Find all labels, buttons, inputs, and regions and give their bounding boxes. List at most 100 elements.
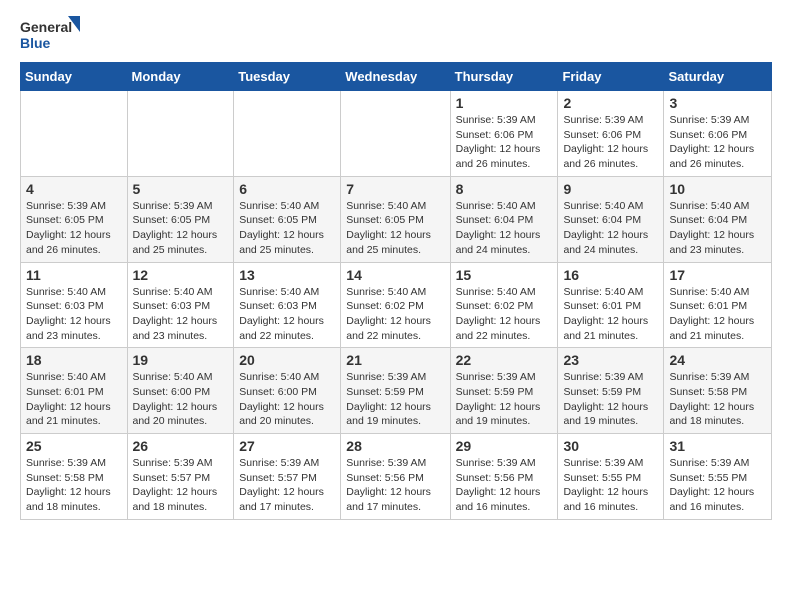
calendar-cell	[21, 91, 128, 177]
calendar-header-row: SundayMondayTuesdayWednesdayThursdayFrid…	[21, 63, 772, 91]
calendar-cell: 11 Sunrise: 5:40 AM Sunset: 6:03 PM Dayli…	[21, 262, 128, 348]
page-header: GeneralBlue	[20, 16, 772, 56]
calendar-cell: 28 Sunrise: 5:39 AM Sunset: 5:56 PM Dayli…	[341, 434, 450, 520]
calendar-cell: 23 Sunrise: 5:39 AM Sunset: 5:59 PM Dayli…	[558, 348, 664, 434]
calendar-cell: 29Sunrise: 5:39 AM Sunset: 5:56 PM Dayli…	[450, 434, 558, 520]
day-number: 7	[346, 181, 444, 197]
calendar-cell: 12 Sunrise: 5:40 AM Sunset: 6:03 PM Dayli…	[127, 262, 234, 348]
calendar-cell: 27 Sunrise: 5:39 AM Sunset: 5:57 PM Dayli…	[234, 434, 341, 520]
day-info: Sunrise: 5:40 AM Sunset: 6:04 PM Dayligh…	[563, 199, 658, 258]
day-info: Sunrise: 5:40 AM Sunset: 6:03 PM Dayligh…	[133, 285, 229, 344]
day-info: Sunrise: 5:39 AM Sunset: 5:57 PM Dayligh…	[133, 456, 229, 515]
day-number: 18	[26, 352, 122, 368]
calendar-cell: 24 Sunrise: 5:39 AM Sunset: 5:58 PM Dayli…	[664, 348, 772, 434]
day-number: 30	[563, 438, 658, 454]
day-info: Sunrise: 5:39 AM Sunset: 5:57 PM Dayligh…	[239, 456, 335, 515]
day-number: 23	[563, 352, 658, 368]
day-number: 27	[239, 438, 335, 454]
day-info: Sunrise: 5:40 AM Sunset: 6:02 PM Dayligh…	[346, 285, 444, 344]
day-info: Sunrise: 5:39 AM Sunset: 5:59 PM Dayligh…	[456, 370, 553, 429]
svg-text:General: General	[20, 19, 72, 35]
day-info: Sunrise: 5:39 AM Sunset: 5:59 PM Dayligh…	[346, 370, 444, 429]
calendar-cell: 17 Sunrise: 5:40 AM Sunset: 6:01 PM Dayli…	[664, 262, 772, 348]
day-info: Sunrise: 5:40 AM Sunset: 6:03 PM Dayligh…	[26, 285, 122, 344]
calendar-cell: 5Sunrise: 5:39 AM Sunset: 6:05 PM Daylig…	[127, 176, 234, 262]
calendar-col-header: Wednesday	[341, 63, 450, 91]
day-info: Sunrise: 5:40 AM Sunset: 6:05 PM Dayligh…	[239, 199, 335, 258]
day-number: 12	[133, 267, 229, 283]
day-number: 19	[133, 352, 229, 368]
calendar-col-header: Monday	[127, 63, 234, 91]
calendar-col-header: Saturday	[664, 63, 772, 91]
day-info: Sunrise: 5:39 AM Sunset: 6:06 PM Dayligh…	[456, 113, 553, 172]
day-info: Sunrise: 5:39 AM Sunset: 5:58 PM Dayligh…	[26, 456, 122, 515]
calendar-cell: 26 Sunrise: 5:39 AM Sunset: 5:57 PM Dayli…	[127, 434, 234, 520]
day-number: 16	[563, 267, 658, 283]
day-number: 21	[346, 352, 444, 368]
day-info: Sunrise: 5:40 AM Sunset: 6:01 PM Dayligh…	[563, 285, 658, 344]
day-number: 6	[239, 181, 335, 197]
day-info: Sunrise: 5:40 AM Sunset: 6:05 PM Dayligh…	[346, 199, 444, 258]
day-number: 17	[669, 267, 766, 283]
day-number: 24	[669, 352, 766, 368]
day-number: 9	[563, 181, 658, 197]
calendar-cell: 25 Sunrise: 5:39 AM Sunset: 5:58 PM Dayli…	[21, 434, 128, 520]
day-number: 29	[456, 438, 553, 454]
day-number: 1	[456, 95, 553, 111]
calendar-cell: 21 Sunrise: 5:39 AM Sunset: 5:59 PM Dayli…	[341, 348, 450, 434]
logo-icon: GeneralBlue	[20, 16, 80, 56]
day-info: Sunrise: 5:39 AM Sunset: 6:06 PM Dayligh…	[563, 113, 658, 172]
day-number: 25	[26, 438, 122, 454]
calendar-col-header: Sunday	[21, 63, 128, 91]
calendar-cell: 1 Sunrise: 5:39 AM Sunset: 6:06 PM Daylig…	[450, 91, 558, 177]
day-info: Sunrise: 5:39 AM Sunset: 5:56 PM Dayligh…	[346, 456, 444, 515]
calendar-cell: 22 Sunrise: 5:39 AM Sunset: 5:59 PM Dayli…	[450, 348, 558, 434]
day-number: 22	[456, 352, 553, 368]
day-info: Sunrise: 5:39 AM Sunset: 5:55 PM Dayligh…	[669, 456, 766, 515]
calendar-cell: 3Sunrise: 5:39 AM Sunset: 6:06 PM Daylig…	[664, 91, 772, 177]
logo: GeneralBlue	[20, 16, 80, 56]
day-info: Sunrise: 5:39 AM Sunset: 6:05 PM Dayligh…	[133, 199, 229, 258]
day-info: Sunrise: 5:39 AM Sunset: 5:55 PM Dayligh…	[563, 456, 658, 515]
calendar-cell: 7 Sunrise: 5:40 AM Sunset: 6:05 PM Daylig…	[341, 176, 450, 262]
calendar-week-row: 4Sunrise: 5:39 AM Sunset: 6:05 PM Daylig…	[21, 176, 772, 262]
calendar-cell: 19 Sunrise: 5:40 AM Sunset: 6:00 PM Dayli…	[127, 348, 234, 434]
calendar-cell: 10 Sunrise: 5:40 AM Sunset: 6:04 PM Dayli…	[664, 176, 772, 262]
calendar-week-row: 18 Sunrise: 5:40 AM Sunset: 6:01 PM Dayli…	[21, 348, 772, 434]
day-info: Sunrise: 5:39 AM Sunset: 5:59 PM Dayligh…	[563, 370, 658, 429]
calendar-col-header: Thursday	[450, 63, 558, 91]
day-number: 13	[239, 267, 335, 283]
day-number: 15	[456, 267, 553, 283]
calendar-cell: 20 Sunrise: 5:40 AM Sunset: 6:00 PM Dayli…	[234, 348, 341, 434]
day-number: 14	[346, 267, 444, 283]
day-number: 20	[239, 352, 335, 368]
day-info: Sunrise: 5:40 AM Sunset: 6:03 PM Dayligh…	[239, 285, 335, 344]
calendar-cell	[234, 91, 341, 177]
calendar-col-header: Tuesday	[234, 63, 341, 91]
day-info: Sunrise: 5:40 AM Sunset: 6:04 PM Dayligh…	[669, 199, 766, 258]
day-info: Sunrise: 5:40 AM Sunset: 6:01 PM Dayligh…	[669, 285, 766, 344]
day-number: 28	[346, 438, 444, 454]
calendar-col-header: Friday	[558, 63, 664, 91]
day-info: Sunrise: 5:40 AM Sunset: 6:00 PM Dayligh…	[133, 370, 229, 429]
calendar-cell	[341, 91, 450, 177]
calendar-cell: 2Sunrise: 5:39 AM Sunset: 6:06 PM Daylig…	[558, 91, 664, 177]
calendar-cell: 14 Sunrise: 5:40 AM Sunset: 6:02 PM Dayli…	[341, 262, 450, 348]
day-number: 11	[26, 267, 122, 283]
calendar-cell: 9 Sunrise: 5:40 AM Sunset: 6:04 PM Daylig…	[558, 176, 664, 262]
day-number: 10	[669, 181, 766, 197]
calendar-cell: 15 Sunrise: 5:40 AM Sunset: 6:02 PM Dayli…	[450, 262, 558, 348]
svg-text:Blue: Blue	[20, 35, 51, 51]
calendar-table: SundayMondayTuesdayWednesdayThursdayFrid…	[20, 62, 772, 520]
day-number: 26	[133, 438, 229, 454]
calendar-cell: 16 Sunrise: 5:40 AM Sunset: 6:01 PM Dayli…	[558, 262, 664, 348]
day-info: Sunrise: 5:40 AM Sunset: 6:00 PM Dayligh…	[239, 370, 335, 429]
day-info: Sunrise: 5:40 AM Sunset: 6:02 PM Dayligh…	[456, 285, 553, 344]
calendar-cell: 13 Sunrise: 5:40 AM Sunset: 6:03 PM Dayli…	[234, 262, 341, 348]
day-number: 3	[669, 95, 766, 111]
calendar-cell: 30 Sunrise: 5:39 AM Sunset: 5:55 PM Dayli…	[558, 434, 664, 520]
calendar-cell: 8Sunrise: 5:40 AM Sunset: 6:04 PM Daylig…	[450, 176, 558, 262]
day-info: Sunrise: 5:39 AM Sunset: 5:58 PM Dayligh…	[669, 370, 766, 429]
day-number: 31	[669, 438, 766, 454]
day-info: Sunrise: 5:40 AM Sunset: 6:01 PM Dayligh…	[26, 370, 122, 429]
